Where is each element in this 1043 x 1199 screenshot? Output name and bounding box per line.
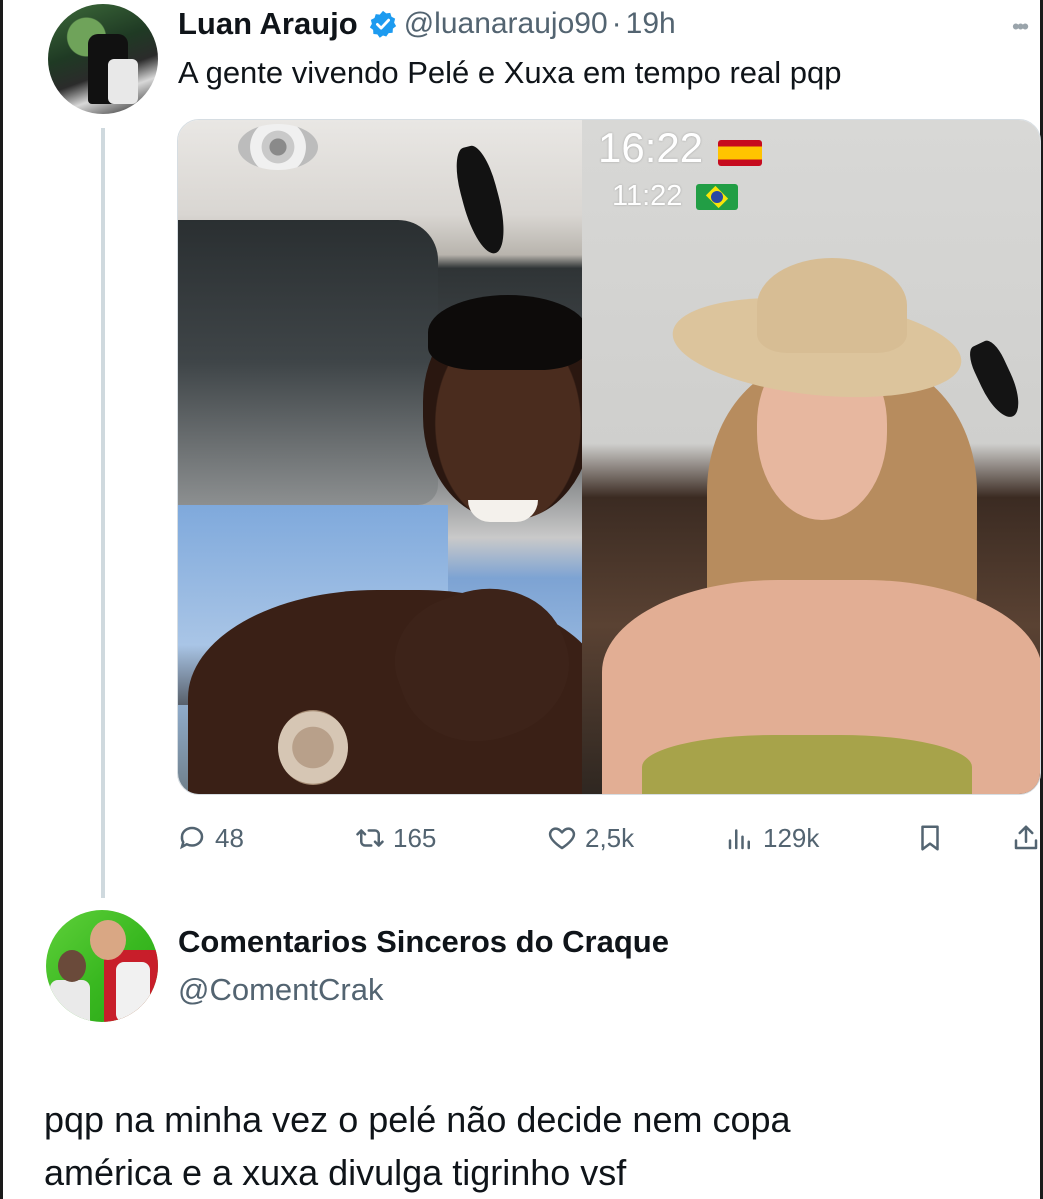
person-smile: [468, 500, 538, 522]
reply-button[interactable]: 48: [177, 816, 244, 860]
avatar-figure: [50, 980, 90, 1022]
views-count: 129k: [763, 822, 820, 853]
media-panel-left: [178, 120, 582, 794]
author-name[interactable]: Comentarios Sinceros do Craque: [178, 924, 669, 960]
clock-spain-time: 16:22: [598, 124, 704, 171]
share-button[interactable]: [1011, 816, 1041, 860]
brazil-flag-icon: [696, 184, 738, 210]
retweet-count: 165: [393, 822, 437, 853]
author-handle[interactable]: @luanaraujo90: [404, 7, 608, 41]
cabin-window: [178, 220, 438, 505]
clock-brazil-time: 11:22: [612, 180, 683, 212]
tweet-text: pqp na minha vez o pelé não decide nem c…: [44, 1093, 1004, 1199]
bookmark-button[interactable]: [915, 816, 945, 860]
tweet-text: A gente vivendo Pelé e Xuxa em tempo rea…: [178, 55, 842, 90]
heart-icon: [548, 827, 576, 850]
more-options-icon[interactable]: •••: [1012, 14, 1029, 40]
avatar-comentarios-sinceros[interactable]: [46, 910, 158, 1022]
views-button[interactable]: 129k: [725, 816, 819, 860]
tweet-text-line: pqp na minha vez o pelé não decide nem c…: [44, 1099, 791, 1140]
retweet-button[interactable]: 165: [355, 816, 436, 860]
retweet-icon: [356, 829, 384, 847]
bookmark-icon: [921, 825, 939, 851]
person-dress: [642, 735, 972, 794]
cowboy-hat-crown: [757, 258, 907, 353]
reply-icon: [180, 826, 204, 850]
views-chart-icon: [728, 829, 750, 850]
ceiling-object: [449, 142, 513, 258]
avatar-figure-head: [58, 950, 86, 982]
avatar-luan-araujo[interactable]: [48, 4, 158, 114]
verified-badge-icon: [369, 10, 396, 38]
separator-dot: ·: [611, 7, 622, 40]
thread-connector-line: [101, 128, 105, 898]
wristwatch: [278, 710, 348, 785]
like-count: 2,5k: [585, 822, 635, 853]
spain-flag-icon: [718, 140, 762, 166]
author-name[interactable]: Luan Araujo: [178, 6, 358, 42]
ceiling-vent: [238, 124, 318, 170]
avatar-figure-secondary: [108, 59, 138, 104]
share-upload-icon: [1014, 825, 1038, 850]
tweet-header: Luan Araujo @luanaraujo90 · 19h: [178, 4, 676, 44]
avatar-figure-head: [90, 920, 126, 960]
reply-count: 48: [215, 822, 244, 853]
tweet-media-image[interactable]: 16:22 11:22: [177, 119, 1041, 795]
ceiling-object: [964, 336, 1028, 424]
person-hair: [428, 295, 582, 370]
media-panel-right: 16:22 11:22: [582, 120, 1040, 794]
tweet-text-line: américa e a xuxa divulga tigrinho vsf: [44, 1152, 627, 1193]
author-handle[interactable]: @ComentCrak: [178, 972, 383, 1008]
avatar-figure-shirt: [116, 962, 150, 1022]
like-button[interactable]: 2,5k: [547, 816, 634, 860]
tweet-action-bar: 48 165 2,5k 129k: [177, 816, 1043, 860]
tweet-timestamp[interactable]: 19h: [626, 7, 676, 41]
